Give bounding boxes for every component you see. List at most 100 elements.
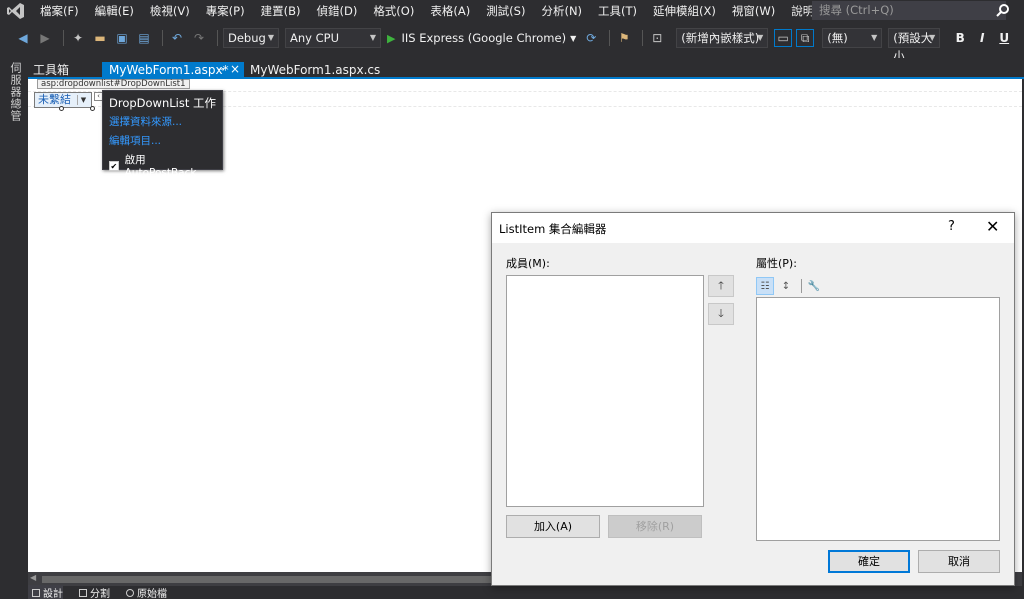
refresh-icon[interactable]: ⟳	[582, 29, 600, 47]
menu-items: 檔案(F) 編輯(E) 檢視(V) 專案(P) 建置(B) 偵錯(D) 格式(O) 表格(A)…	[32, 0, 840, 22]
split-view-label: 分割	[90, 589, 110, 599]
italic-button[interactable]: I	[974, 29, 990, 47]
toolbar-separator	[162, 30, 163, 46]
server-explorer-tab[interactable]: 伺服器總管	[7, 62, 23, 122]
run-button[interactable]: ▶ IIS Express (Google Chrome) ▼	[387, 31, 576, 45]
menu-bar: 檔案(F) 編輯(E) 檢視(V) 專案(P) 建置(B) 偵錯(D) 格式(O) 表格(A)…	[0, 0, 1024, 22]
split-view-tab[interactable]: 分割	[75, 585, 110, 599]
dialog-title: ListItem 集合編輯器	[499, 222, 607, 236]
ok-button[interactable]: 確定	[828, 550, 910, 573]
run-target-label: IIS Express (Google Chrome)	[401, 31, 567, 45]
tasks-title: DropDownList 工作	[109, 96, 217, 110]
tab-mywebform1-aspx[interactable]: MyWebForm1.aspx* ⊸ ×	[102, 62, 244, 78]
toolbox-tab[interactable]: 工具箱	[33, 62, 69, 78]
forward-icon[interactable]: ▶	[36, 29, 54, 47]
autopostback-row[interactable]: ✔ 啟用 AutoPostBack	[109, 152, 216, 179]
quick-launch-search-input[interactable]: 搜尋 (Ctrl+Q)	[812, 1, 1006, 20]
menu-item[interactable]: 專案(P)	[198, 0, 253, 22]
menu-item[interactable]: 視窗(W)	[724, 0, 783, 22]
tab-mywebform1-aspx-cs[interactable]: MyWebForm1.aspx.cs	[250, 62, 380, 78]
chevron-down-icon: ▼	[570, 33, 577, 43]
pin-icon[interactable]: ⊸	[217, 62, 225, 78]
dropdownlist-text: 未繫結	[38, 93, 71, 106]
menu-item[interactable]: 檢視(V)	[142, 0, 198, 22]
solution-configuration-dropdown[interactable]: Debug ▼	[223, 28, 279, 48]
browser-link-icon[interactable]: ⚑	[615, 29, 633, 47]
choose-data-source-link[interactable]: 選擇資料來源...	[109, 114, 216, 129]
categorized-icon[interactable]: ☷	[756, 277, 774, 295]
cancel-button[interactable]: 取消	[918, 550, 1000, 573]
autopostback-label: 啟用 AutoPostBack	[124, 154, 197, 179]
new-project-icon[interactable]: ✦	[69, 29, 87, 47]
menu-item[interactable]: 編輯(E)	[87, 0, 142, 22]
open-file-icon[interactable]: ▬	[91, 29, 109, 47]
save-icon[interactable]: ▣	[113, 29, 131, 47]
font-size-dropdown[interactable]: (預設大小 ▼	[888, 28, 941, 63]
source-view-tab[interactable]: 原始檔	[122, 585, 167, 599]
menu-item[interactable]: 建置(B)	[253, 0, 309, 22]
control-tag-label: asp:dropdownlist#DropDownList1	[37, 79, 190, 89]
autopostback-checkbox[interactable]: ✔	[109, 160, 119, 171]
absolute-position-icon[interactable]: ⧉	[796, 29, 815, 47]
chevron-down-icon: ▼	[757, 33, 764, 42]
alphabetical-icon[interactable]: ↕	[777, 277, 795, 295]
chevron-down-icon: ▼	[369, 33, 376, 42]
block-format-dropdown[interactable]: (新增內嵌樣式) ▼	[676, 28, 769, 48]
dialog-title-bar: ListItem 集合編輯器 ? ✕	[492, 213, 1014, 243]
view-switcher-bar: 設計 分割 原始檔	[28, 585, 1024, 599]
chevron-down-icon: ▼	[267, 33, 274, 42]
move-down-button[interactable]: 🡓	[708, 303, 734, 325]
solution-platform-value: Any CPU	[290, 31, 339, 45]
chevron-down-icon: ▼	[871, 33, 878, 42]
target-schema-icon[interactable]: ⊡	[648, 29, 666, 47]
menu-item[interactable]: 格式(O)	[365, 0, 422, 22]
close-icon[interactable]: ✕	[986, 217, 999, 236]
add-button[interactable]: 加入(A)	[506, 515, 600, 538]
standard-toolbar: ◀ ▶ ✦ ▬ ▣ ▤ ↶ ↷ Debug ▼ Any CPU ▼ ▶ IIS Exp…	[0, 26, 1024, 63]
toolbar-separator	[642, 30, 644, 46]
document-tab-row: 工具箱 MyWebForm1.aspx* ⊸ × MyWebForm1.aspx…	[28, 58, 1024, 78]
menu-item[interactable]: 工具(T)	[590, 0, 645, 22]
save-all-icon[interactable]: ▤	[135, 29, 153, 47]
tab-label: MyWebForm1.aspx*	[109, 63, 229, 77]
menu-item[interactable]: 檔案(F)	[32, 0, 87, 22]
play-icon: ▶	[387, 31, 396, 45]
redo-icon[interactable]: ↷	[190, 29, 208, 47]
help-button[interactable]: ?	[948, 219, 955, 234]
style-value: (無)	[827, 31, 848, 45]
move-up-button[interactable]: 🡑	[708, 275, 734, 297]
solution-configuration-value: Debug	[228, 31, 266, 45]
undo-icon[interactable]: ↶	[168, 29, 186, 47]
menu-item[interactable]: 延伸模組(X)	[645, 0, 724, 22]
menu-item[interactable]: 偵錯(D)	[308, 0, 365, 22]
toolbar-separator	[801, 279, 802, 293]
search-icon[interactable]	[996, 3, 1010, 17]
menu-item[interactable]: 測試(S)	[478, 0, 533, 22]
resize-handle[interactable]	[90, 106, 95, 111]
back-icon[interactable]: ◀	[14, 29, 32, 47]
members-listbox[interactable]	[506, 275, 704, 507]
property-pages-icon[interactable]: 🔧	[805, 277, 823, 295]
close-icon[interactable]: ×	[230, 61, 240, 77]
design-view-icon	[32, 588, 40, 597]
chevron-down-icon: ▼	[929, 33, 936, 42]
edit-items-link[interactable]: 編輯項目...	[109, 133, 216, 148]
property-grid[interactable]	[756, 297, 1000, 541]
remove-button[interactable]: 移除(R)	[608, 515, 702, 538]
design-view-tab[interactable]: 設計	[28, 585, 63, 599]
split-view-icon	[79, 588, 87, 597]
bold-button[interactable]: B	[952, 29, 968, 47]
underline-button[interactable]: U	[996, 29, 1012, 47]
solution-platform-dropdown[interactable]: Any CPU ▼	[285, 28, 381, 48]
scroll-left-icon[interactable]: ◀	[30, 573, 36, 582]
design-view-label: 設計	[43, 589, 63, 599]
menu-item[interactable]: 表格(A)	[422, 0, 478, 22]
menu-item[interactable]: 分析(N)	[533, 0, 590, 22]
resize-handle[interactable]	[59, 106, 64, 111]
scrollbar-thumb[interactable]	[42, 576, 508, 583]
members-label: 成員(M):	[506, 257, 550, 270]
style-dropdown[interactable]: (無) ▼	[822, 28, 883, 48]
position-icon[interactable]: ▭	[774, 29, 793, 47]
arrow-down-icon: 🡓	[718, 307, 724, 320]
listitem-collection-editor-dialog: ListItem 集合編輯器 ? ✕ 成員(M): 🡑 🡓 屬性(P): ☷ ↕…	[491, 212, 1015, 586]
